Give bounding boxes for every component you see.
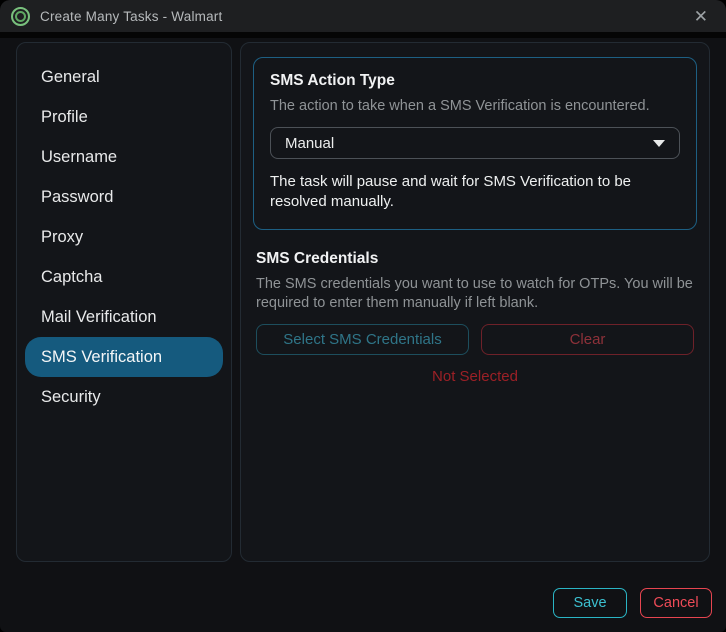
sidebar-item-proxy[interactable]: Proxy [25, 217, 223, 257]
sidebar-item-username[interactable]: Username [25, 137, 223, 177]
dropdown-selected-value: Manual [285, 134, 335, 152]
create-many-tasks-window: Create Many Tasks - Walmart ✕ General Pr… [0, 0, 726, 632]
manual-mode-note: The task will pause and wait for SMS Ver… [270, 173, 632, 211]
app-logo-icon [11, 6, 30, 26]
sms-action-type-section: SMS Action Type The action to take when … [253, 57, 697, 230]
credentials-status-badge: Not Selected [432, 367, 518, 385]
sidebar-item-profile[interactable]: Profile [25, 97, 223, 137]
sms-action-type-dropdown[interactable]: Manual [270, 127, 680, 160]
clear-credentials-button[interactable]: Clear [481, 323, 694, 355]
sms-verification-panel: SMS Action Type The action to take when … [240, 42, 710, 562]
settings-sidebar: General Profile Username Password Proxy … [16, 42, 232, 562]
sidebar-item-mail-verification[interactable]: Mail Verification [25, 297, 223, 337]
sidebar-item-security[interactable]: Security [25, 377, 223, 417]
select-sms-credentials-button[interactable]: Select SMS Credentials [256, 323, 469, 355]
sidebar-item-captcha[interactable]: Captcha [25, 257, 223, 297]
close-icon[interactable]: ✕ [690, 6, 712, 27]
sidebar-item-general[interactable]: General [25, 57, 223, 97]
credentials-button-row: Select SMS Credentials Clear [256, 323, 694, 355]
sms-action-type-description: The action to take when a SMS Verificati… [270, 98, 650, 114]
chevron-down-icon [653, 139, 665, 147]
sms-credentials-description: The SMS credentials you want to use to w… [256, 275, 693, 311]
titlebar: Create Many Tasks - Walmart ✕ [0, 0, 726, 38]
sms-credentials-section: SMS Credentials The SMS credentials you … [253, 250, 697, 385]
save-button[interactable]: Save [553, 588, 627, 618]
sms-action-type-title: SMS Action Type [270, 72, 395, 89]
cancel-button[interactable]: Cancel [640, 588, 712, 618]
sidebar-item-password[interactable]: Password [25, 177, 223, 217]
window-title: Create Many Tasks - Walmart [40, 8, 223, 24]
sms-credentials-title: SMS Credentials [256, 249, 379, 267]
sidebar-item-sms-verification[interactable]: SMS Verification [25, 337, 223, 377]
